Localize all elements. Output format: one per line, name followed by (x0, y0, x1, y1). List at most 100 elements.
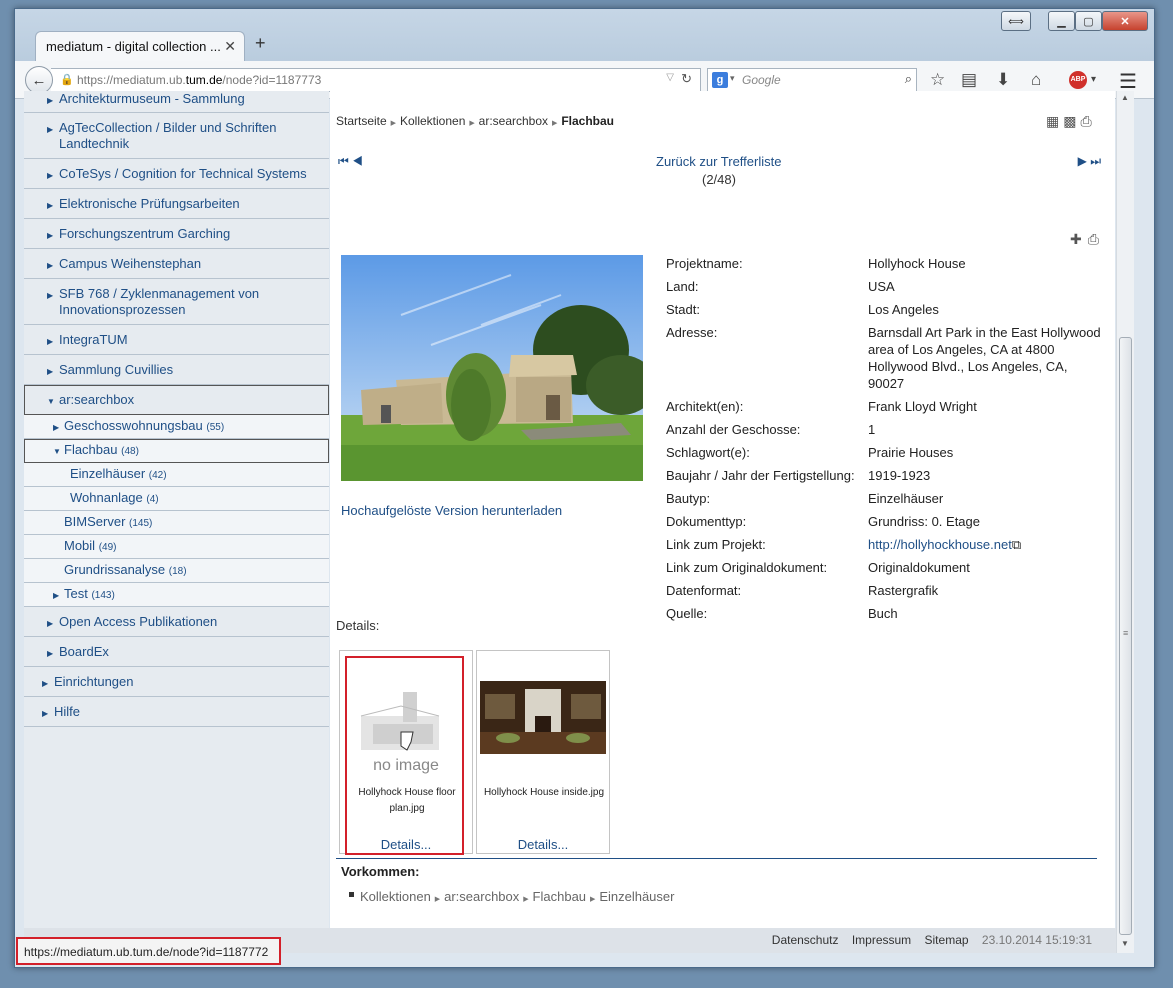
new-tab-icon[interactable]: + (255, 33, 266, 54)
close-window-button[interactable]: ✕ (1102, 11, 1148, 31)
last-page-icon[interactable]: ⏭ (1090, 154, 1101, 168)
url-history-dropdown-icon[interactable]: ▽ (666, 72, 674, 83)
sidebar-item-forschungszentrum[interactable]: ▶ Forschungszentrum Garching (24, 219, 329, 249)
first-page-icon[interactable]: ⏮ (338, 154, 349, 168)
result-position: (2/48) (702, 172, 736, 187)
add-to-favorites-icon[interactable]: ✚ (1070, 231, 1088, 247)
adblock-icon[interactable]: ABP (1069, 71, 1087, 89)
footer-link-datenschutz[interactable]: Datenschutz (772, 933, 839, 947)
sidebar-sub-geschosswohnungsbau[interactable]: ▶ Geschosswohnungsbau (55) (24, 415, 329, 439)
sidebar-item-sfb768[interactable]: ▶ SFB 768 / Zyklenmanagement von Innovat… (24, 279, 329, 325)
sidebar-sub-grundrissanalyse[interactable]: Grundrissanalyse (18) (24, 559, 329, 583)
metadata-value: Barnsdall Art Park in the East Hollywood… (868, 325, 1101, 391)
sidebar-sub-test[interactable]: ▶ Test (143) (24, 583, 329, 607)
footer-link-impressum[interactable]: Impressum (852, 933, 911, 947)
bullet-icon (349, 892, 354, 897)
project-link[interactable]: http://hollyhockhouse.net (868, 537, 1012, 552)
sidebar-sub-bimserver[interactable]: BIMServer (145) (24, 511, 329, 535)
metadata-value: Los Angeles (868, 302, 939, 317)
main-photo[interactable] (341, 255, 643, 481)
back-to-results-link[interactable]: Zurück zur Trefferliste (656, 154, 781, 169)
download-hires-link[interactable]: Hochaufgelöste Version herunterladen (341, 503, 562, 518)
sidebar-item-searchbox[interactable]: ▼ ar:searchbox (24, 385, 329, 415)
metadata-key: Land: (666, 279, 699, 294)
sidebar-item-label: Open Access Publikationen (59, 614, 218, 629)
sidebar-sub-label: Grundrissanalyse (64, 562, 166, 577)
browser-tab[interactable]: mediatum - digital collection ... ✕ (35, 31, 245, 61)
downloads-icon[interactable]: ⬇ (996, 70, 1010, 90)
sidebar-item-integratum[interactable]: ▶ IntegraTUM (24, 325, 329, 355)
minimize-button[interactable]: ▁ (1048, 11, 1075, 31)
occurrence-path: Kollektionen ▶ ar:searchbox ▶ Flachbau ▶… (349, 889, 674, 904)
sidebar-item-boardex[interactable]: ▶ BoardEx (24, 637, 329, 667)
sidebar-item-pruefungsarbeiten[interactable]: ▶ Elektronische Prüfungsarbeiten (24, 189, 329, 219)
next-page-icon[interactable]: ▶ (1078, 154, 1087, 168)
thumbnail-details-link[interactable]: Details... (477, 837, 609, 852)
scroll-thumb[interactable]: ≡ (1119, 337, 1132, 935)
sidebar-item-einrichtungen[interactable]: ▶ Einrichtungen (24, 667, 329, 697)
sidebar-item-hilfe[interactable]: ▶ Hilfe (24, 697, 329, 727)
sidebar-item-cotesys[interactable]: ▶ CoTeSys / Cognition for Technical Syst… (24, 159, 329, 189)
url-prefix: https://mediatum.ub. (77, 73, 186, 87)
metadata-value: Grundriss: 0. Etage (868, 514, 980, 529)
reload-icon[interactable]: ↻ (681, 71, 692, 87)
back-button[interactable]: ← (25, 66, 53, 94)
tabs-restore-button[interactable]: ⟺ (1001, 11, 1031, 31)
print-icon[interactable]: ⎙ (1088, 231, 1105, 247)
search-go-icon[interactable]: ⌕ (905, 71, 912, 87)
expand-arrow-icon: ▶ (47, 231, 54, 240)
sidebar-item-architekturmuseum[interactable]: ▶ Architekturmuseum - Sammlung (24, 91, 329, 113)
breadcrumb-link[interactable]: ar:searchbox (479, 114, 548, 128)
expand-arrow-icon: ▶ (47, 96, 54, 105)
print-icon[interactable]: ⎙ (1080, 113, 1095, 129)
list-view-icon[interactable]: ▦ (1046, 113, 1063, 129)
bookmark-star-icon[interactable]: ☆ (930, 70, 945, 90)
vertical-scrollbar[interactable]: ▲ ≡ ▼ (1116, 91, 1134, 953)
sidebar-sub-einzelhaeuser[interactable]: Einzelhäuser (42) (24, 463, 329, 487)
sidebar-sub-flachbau[interactable]: ▼ Flachbau (48) (24, 439, 329, 463)
sidebar-item-label: Elektronische Prüfungsarbeiten (59, 196, 240, 211)
expand-arrow-icon: ▶ (42, 679, 49, 688)
occurrence-link[interactable]: Flachbau (533, 889, 586, 904)
breadcrumb-link[interactable]: Startseite (336, 114, 387, 128)
gallery-view-icon[interactable]: ▩ (1063, 113, 1080, 129)
reading-list-icon[interactable]: ▤ (961, 70, 977, 90)
sidebar-item-label: Hilfe (54, 704, 81, 719)
expand-arrow-icon: ▶ (47, 201, 54, 210)
home-icon[interactable]: ⌂ (1031, 70, 1041, 90)
sidebar-sub-label: Mobil (64, 538, 96, 553)
search-placeholder: Google (742, 73, 781, 87)
metadata-row: Datenformat: Rastergrafik (666, 582, 1106, 599)
close-tab-icon[interactable]: ✕ (224, 38, 236, 55)
item-count: (48) (121, 446, 139, 457)
breadcrumb-link[interactable]: Kollektionen (400, 114, 465, 128)
breadcrumb: Startseite ▶ Kollektionen ▶ ar:searchbox… (336, 114, 614, 128)
sidebar-sub-mobil[interactable]: Mobil (49) (24, 535, 329, 559)
footer-link-sitemap[interactable]: Sitemap (925, 933, 969, 947)
search-input[interactable]: g ▾ Google ⌕ (707, 68, 917, 92)
expand-arrow-icon: ▶ (47, 171, 54, 180)
scroll-down-icon[interactable]: ▼ (1121, 939, 1129, 948)
occurrence-link[interactable]: Einzelhäuser (599, 889, 674, 904)
breadcrumb-separator-icon: ▶ (588, 896, 598, 903)
prev-page-icon[interactable]: ◀ (352, 154, 363, 168)
occurrence-heading: Vorkommen: (341, 864, 420, 879)
occurrence-link[interactable]: ar:searchbox (444, 889, 519, 904)
sidebar-item-open-access[interactable]: ▶ Open Access Publikationen (24, 607, 329, 637)
metadata-key: Baujahr / Jahr der Fertigstellung: (666, 468, 855, 483)
maximize-button[interactable]: ▢ (1075, 11, 1102, 31)
thumbnail-inside[interactable]: Hollyhock House inside.jpg Details... (476, 650, 610, 854)
adblock-dropdown-icon[interactable]: ▾ (1091, 74, 1096, 85)
address-bar[interactable]: 🔒 https://mediatum.ub.tum.de/node?id=118… (51, 68, 701, 92)
occurrence-link[interactable]: Kollektionen (360, 889, 431, 904)
search-engine-dropdown-icon[interactable]: ▾ (730, 73, 735, 84)
metadata-value: Prairie Houses (868, 445, 954, 460)
sidebar-item-weihenstephan[interactable]: ▶ Campus Weihenstephan (24, 249, 329, 279)
metadata-row: Anzahl der Geschosse: 1 (666, 421, 1106, 438)
sidebar-item-agteccollection[interactable]: ▶ AgTecCollection / Bilder und Schriften… (24, 113, 329, 159)
sidebar-item-cuvillies[interactable]: ▶ Sammlung Cuvillies (24, 355, 329, 385)
metadata-key: Bautyp: (666, 491, 711, 506)
scroll-up-icon[interactable]: ▲ (1121, 93, 1129, 102)
external-link-icon[interactable]: ⧉ (1012, 537, 1021, 552)
sidebar-sub-wohnanlage[interactable]: Wohnanlage (4) (24, 487, 329, 511)
